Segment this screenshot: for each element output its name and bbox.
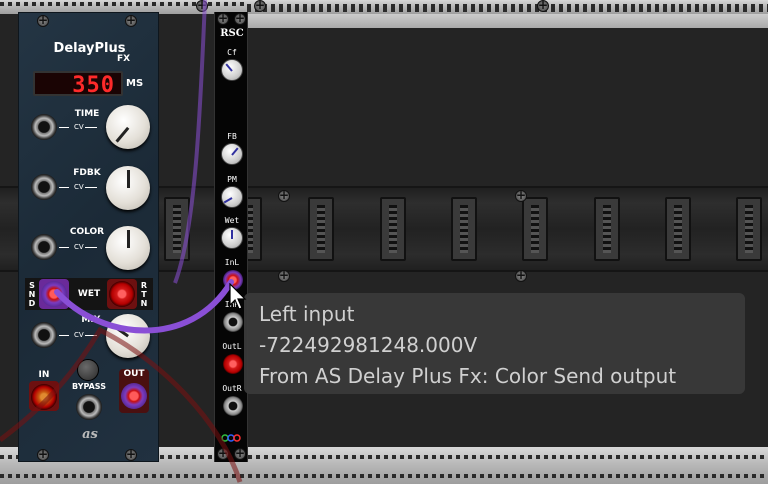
tooltip-title: Left input (259, 302, 355, 326)
tooltip-voltage: -722492981248.000V (259, 333, 478, 357)
red-cable (0, 326, 243, 483)
purple-cable-faint (173, 0, 207, 284)
mouse-cursor-icon (229, 283, 247, 310)
patch-cables (0, 0, 243, 483)
port-tooltip: Left input -722492981248.000V From AS De… (244, 293, 745, 394)
purple-cable[interactable] (54, 279, 234, 334)
tooltip-source: From AS Delay Plus Fx: Color Send output (259, 364, 677, 388)
